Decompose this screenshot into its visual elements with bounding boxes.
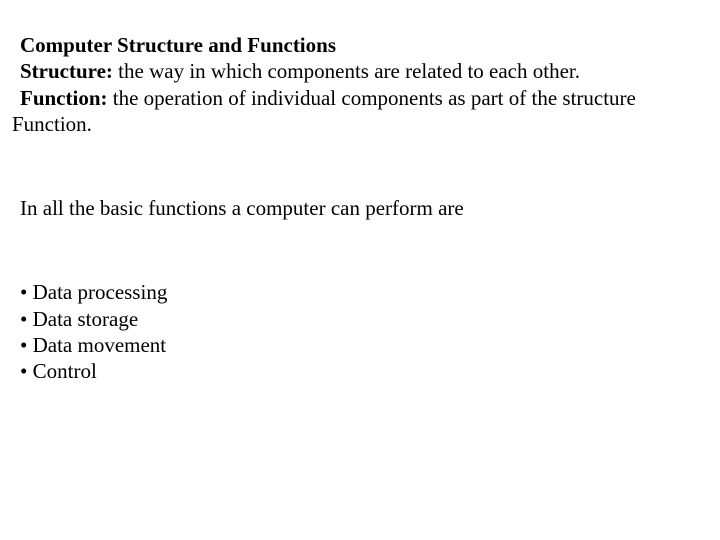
bullet-text: Data movement (33, 333, 167, 357)
function-trailing-text: Function. (12, 112, 92, 136)
bullet-item-1: • Data storage (20, 306, 720, 332)
document-body: Computer Structure and Functions Structu… (0, 32, 720, 384)
title-line: Computer Structure and Functions (20, 32, 720, 58)
definition-function: Function: the operation of individual co… (20, 85, 720, 111)
structure-label: Structure: (20, 59, 113, 83)
structure-text: the way in which components are related … (113, 59, 580, 83)
bullet-item-0: • Data processing (20, 279, 720, 305)
bullet-text: Data processing (33, 280, 168, 304)
bullet-item-2: • Data movement (20, 332, 720, 358)
bullet-text: Data storage (33, 307, 139, 331)
function-label: Function: (20, 86, 108, 110)
function-trailing: Function. (12, 111, 720, 137)
intro-line: In all the basic functions a computer ca… (20, 195, 720, 221)
page-title: Computer Structure and Functions (20, 33, 336, 57)
spacer-2 (20, 221, 720, 279)
spacer-1 (20, 137, 720, 195)
bullet-item-3: • Control (20, 358, 720, 384)
function-text: the operation of individual components a… (108, 86, 636, 110)
bullet-text: Control (33, 359, 97, 383)
definition-structure: Structure: the way in which components a… (20, 58, 720, 84)
intro-text: In all the basic functions a computer ca… (20, 196, 464, 220)
